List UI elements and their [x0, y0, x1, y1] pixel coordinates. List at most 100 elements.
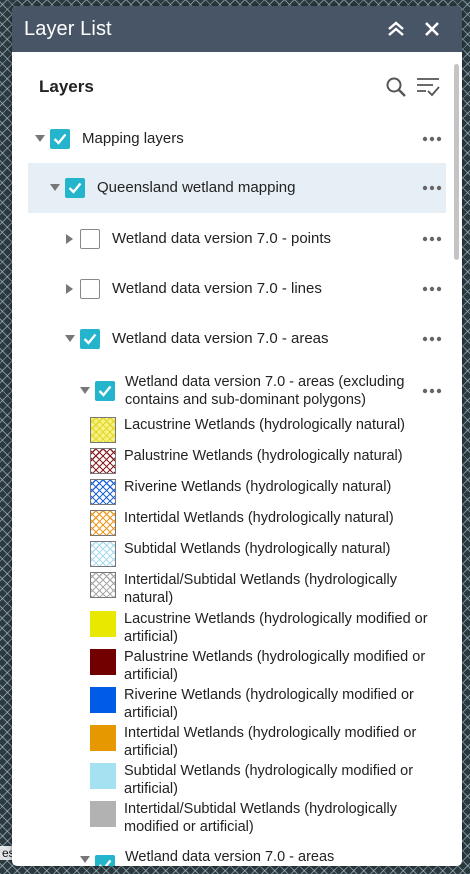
search-icon — [386, 77, 406, 97]
layer-label: Wetland data version 7.0 - areas — [125, 849, 335, 865]
layer-options-button[interactable] — [418, 229, 446, 249]
tree-row-lines[interactable]: Wetland data version 7.0 - lines — [28, 274, 446, 304]
legend-swatch — [90, 510, 116, 536]
legend-label: Riverine Wetlands (hydrologically modifi… — [124, 687, 414, 721]
more-horizontal-icon — [422, 236, 442, 242]
layer-label: Wetland data version 7.0 - areas (exclud… — [125, 374, 405, 408]
legend-item: Palustrine Wetlands (hydrologically natu… — [90, 448, 442, 474]
layer-options-button[interactable] — [418, 858, 446, 866]
legend-item: Intertidal Wetlands (hydrologically natu… — [90, 510, 442, 536]
expand-toggle[interactable] — [79, 854, 91, 866]
more-horizontal-icon — [422, 286, 442, 292]
layer-checkbox[interactable] — [80, 229, 100, 249]
legend-label: Subtidal Wetlands (hydrologically modifi… — [124, 763, 414, 797]
expand-toggle[interactable] — [34, 133, 46, 145]
expand-toggle[interactable] — [64, 233, 76, 245]
legend-swatch — [90, 611, 116, 637]
check-icon — [83, 333, 97, 345]
expand-toggle[interactable] — [79, 385, 91, 397]
legend-swatch — [90, 725, 116, 751]
check-icon — [98, 385, 112, 397]
legend-swatch — [90, 763, 116, 789]
legend-label: Subtidal Wetlands (hydrologically natura… — [124, 541, 391, 557]
tree-row-points[interactable]: Wetland data version 7.0 - points — [28, 224, 446, 254]
legend-item: Riverine Wetlands (hydrologically modifi… — [90, 687, 442, 722]
layer-label: Queensland wetland mapping — [97, 179, 296, 196]
legend-item: Riverine Wetlands (hydrologically natura… — [90, 479, 442, 505]
expand-toggle[interactable] — [49, 182, 61, 194]
legend-swatch — [90, 801, 116, 827]
layer-checkbox[interactable] — [80, 279, 100, 299]
legend-item: Intertidal Wetlands (hydrologically modi… — [90, 725, 442, 760]
caret-down-icon — [35, 135, 45, 142]
caret-down-icon — [50, 184, 60, 191]
more-horizontal-icon — [424, 865, 440, 866]
legend-label: Intertidal/Subtidal Wetlands (hydrologic… — [124, 572, 397, 606]
more-horizontal-icon — [422, 185, 442, 191]
double-chevron-up-icon — [388, 21, 404, 36]
close-button[interactable] — [414, 11, 450, 47]
check-icon — [68, 182, 82, 194]
filter-button[interactable] — [414, 73, 442, 101]
caret-down-icon — [80, 856, 90, 863]
tree-row-areas-next[interactable]: Wetland data version 7.0 - areas — [28, 848, 446, 866]
legend-item: Palustrine Wetlands (hydrologically modi… — [90, 649, 442, 684]
legend-swatch — [90, 448, 116, 474]
check-icon — [98, 859, 112, 866]
layers-toolbar: Layers — [39, 72, 442, 102]
caret-down-icon — [65, 335, 75, 342]
more-horizontal-icon — [422, 136, 442, 142]
layer-checkbox[interactable] — [95, 381, 115, 401]
legend-label: Intertidal/Subtidal Wetlands (hydrologic… — [124, 801, 397, 835]
layer-list-panel: Layer List Layers Mapping layers Queensl… — [12, 6, 462, 866]
layer-label: Wetland data version 7.0 - lines — [112, 280, 322, 297]
search-button[interactable] — [382, 73, 410, 101]
panel-header: Layer List — [12, 6, 462, 52]
filter-list-icon — [417, 78, 440, 97]
layer-list-content[interactable]: Layers Mapping layers Queensland wetland… — [12, 52, 462, 866]
layer-options-button[interactable] — [418, 129, 446, 149]
legend-label: Palustrine Wetlands (hydrologically modi… — [124, 649, 426, 683]
layer-label: Wetland data version 7.0 - points — [112, 230, 332, 247]
layer-checkbox[interactable] — [50, 129, 70, 149]
layer-options-button[interactable] — [418, 279, 446, 299]
legend-swatch — [90, 572, 116, 598]
legend-item: Lacustrine Wetlands (hydrologically modi… — [90, 611, 442, 646]
legend-label: Lacustrine Wetlands (hydrologically modi… — [124, 611, 428, 645]
expand-toggle[interactable] — [64, 283, 76, 295]
layer-options-button[interactable] — [418, 381, 446, 401]
legend-item: Lacustrine Wetlands (hydrologically natu… — [90, 417, 442, 443]
legend-item: Intertidal/Subtidal Wetlands (hydrologic… — [90, 572, 442, 607]
collapse-button[interactable] — [378, 11, 414, 47]
layers-heading: Layers — [39, 77, 94, 96]
tree-row-areas[interactable]: Wetland data version 7.0 - areas — [28, 324, 446, 354]
scrollbar-thumb[interactable] — [454, 64, 459, 260]
layer-label: Wetland data version 7.0 - areas — [112, 330, 329, 347]
legend-item: Intertidal/Subtidal Wetlands (hydrologic… — [90, 801, 442, 836]
tree-row-queensland-wetland-mapping[interactable]: Queensland wetland mapping — [28, 163, 446, 213]
caret-down-icon — [80, 387, 90, 394]
layer-options-button[interactable] — [418, 329, 446, 349]
legend-label: Palustrine Wetlands (hydrologically natu… — [124, 448, 403, 464]
expand-toggle[interactable] — [64, 333, 76, 345]
caret-right-icon — [66, 234, 73, 244]
layer-checkbox[interactable] — [80, 329, 100, 349]
legend-swatch — [90, 541, 116, 567]
more-horizontal-icon — [422, 336, 442, 342]
legend-label: Intertidal Wetlands (hydrologically natu… — [124, 510, 394, 526]
layer-label: Mapping layers — [82, 130, 184, 147]
tree-row-mapping-layers[interactable]: Mapping layers — [28, 124, 446, 154]
close-icon — [425, 22, 439, 36]
legend-label: Riverine Wetlands (hydrologically natura… — [124, 479, 392, 495]
layer-checkbox[interactable] — [95, 855, 115, 866]
panel-title: Layer List — [24, 17, 112, 40]
layer-checkbox[interactable] — [65, 178, 85, 198]
layer-options-button[interactable] — [418, 178, 446, 198]
tree-row-areas-excluding[interactable]: Wetland data version 7.0 - areas (exclud… — [28, 363, 446, 419]
legend-swatch — [90, 417, 116, 443]
caret-right-icon — [66, 284, 73, 294]
legend-item: Subtidal Wetlands (hydrologically natura… — [90, 541, 442, 567]
legend-item: Subtidal Wetlands (hydrologically modifi… — [90, 763, 442, 798]
more-horizontal-icon — [422, 388, 442, 394]
check-icon — [53, 133, 67, 145]
